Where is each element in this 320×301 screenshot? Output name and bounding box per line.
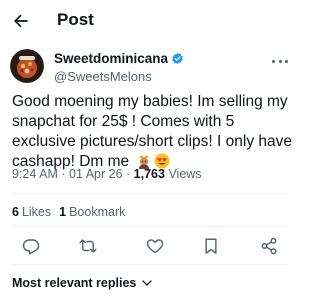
like-icon	[146, 239, 164, 254]
post-meta: 9:24 AM · 01 Apr 26 · 1,763 Views	[12, 167, 202, 181]
verified-badge-icon	[172, 52, 183, 65]
bookmarks-count: 1	[59, 205, 67, 219]
bookmarks-label: Bookmark	[69, 205, 126, 219]
post-text: Good moening my babies! Im selling my sn…	[12, 92, 294, 172]
display-name[interactable]: Sweetdominicana	[54, 51, 168, 66]
views-label: Views	[168, 167, 202, 181]
more-dot-icon	[285, 59, 288, 63]
display-name-row: Sweetdominicana	[54, 51, 184, 66]
post-date: 01 Apr 26	[69, 167, 123, 181]
meta-separator: ·	[61, 167, 66, 181]
like-button[interactable]	[145, 236, 165, 256]
post-actions	[0, 232, 300, 260]
reply-icon	[22, 239, 40, 255]
bookmark-button[interactable]	[201, 236, 221, 256]
repost-button[interactable]	[78, 236, 98, 256]
share-button[interactable]	[259, 236, 279, 256]
avatar-image	[10, 49, 44, 83]
likes-count: 6	[12, 205, 19, 219]
more-options-button[interactable]	[272, 58, 288, 64]
more-dot-icon	[278, 59, 282, 63]
chevron-down-icon	[142, 280, 152, 286]
share-icon	[261, 237, 277, 255]
arrow-left-icon	[13, 14, 28, 28]
repost-icon	[79, 239, 97, 253]
post-author: Sweetdominicana @SweetsMelons	[0, 44, 300, 92]
divider	[12, 226, 288, 227]
back-button[interactable]	[8, 8, 34, 34]
avatar[interactable]	[10, 49, 44, 83]
page-title: Post	[57, 10, 94, 29]
replies-sort-dropdown[interactable]: Most relevant replies	[12, 276, 153, 290]
user-handle[interactable]: @SweetsMelons	[54, 69, 152, 84]
top-bar: Post	[0, 0, 300, 40]
views-count: 1,763	[133, 167, 165, 181]
post-time: 9:24 AM	[12, 167, 58, 181]
bookmarks-stat[interactable]: 1 Bookmark	[59, 205, 125, 219]
replies-sort-label: Most relevant replies	[12, 276, 137, 290]
divider	[12, 193, 288, 194]
divider	[12, 264, 288, 265]
post-stats: 6 Likes 1 Bookmark	[12, 205, 125, 219]
likes-label: Likes	[21, 205, 52, 219]
reply-button[interactable]	[21, 236, 41, 256]
likes-stat[interactable]: 6 Likes	[12, 205, 51, 219]
more-dot-icon	[272, 59, 275, 63]
bookmark-icon	[205, 238, 217, 254]
meta-separator: ·	[126, 167, 131, 181]
